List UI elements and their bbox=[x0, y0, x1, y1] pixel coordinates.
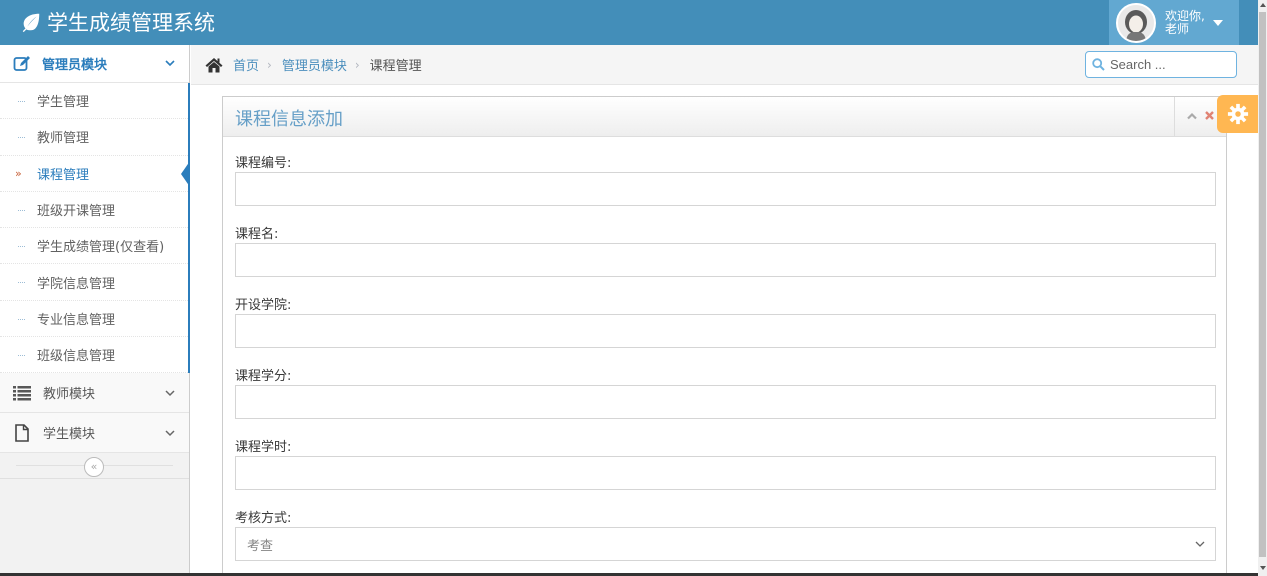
sidebar: 管理员模块 学生管理 教师管理 » 课程管理 班级开课管理 学生成绩管理(仅查看… bbox=[0, 45, 190, 576]
widget-header: 课程信息添加 bbox=[223, 97, 1226, 137]
sidebar-item-class-course-mgmt[interactable]: 班级开课管理 bbox=[0, 192, 188, 229]
list-icon bbox=[13, 385, 31, 401]
sidebar-collapse-button[interactable]: « bbox=[84, 457, 104, 478]
breadcrumb-home-link[interactable]: 首页 bbox=[233, 55, 259, 74]
scroll-up-icon[interactable] bbox=[1260, 3, 1266, 7]
breadcrumb: 首页 › 管理员模块 › 课程管理 bbox=[191, 45, 1258, 85]
active-indicator bbox=[181, 160, 190, 187]
welcome-text: 欢迎你, 老师 bbox=[1165, 8, 1205, 36]
sidebar-item-admin-module[interactable]: 管理员模块 bbox=[0, 45, 189, 83]
double-angle-right-icon: » bbox=[15, 166, 22, 180]
assess-select[interactable]: 考查 bbox=[235, 527, 1216, 561]
page-scrollbar[interactable] bbox=[1258, 0, 1267, 576]
sidebar-item-teacher-mgmt[interactable]: 教师管理 bbox=[0, 119, 188, 156]
sidebar-item-teacher-module[interactable]: 教师模块 bbox=[0, 373, 189, 414]
leaf-icon bbox=[22, 13, 40, 33]
search-icon bbox=[1092, 58, 1105, 71]
sidebar-item-student-module[interactable]: 学生模块 bbox=[0, 413, 189, 454]
scroll-thumb[interactable] bbox=[1259, 12, 1266, 557]
form-body: 课程编号: 课程名: 开设学院: 课程学分: 课程学时: 考核方式: 考查 bbox=[223, 152, 1226, 561]
college-label: 开设学院: bbox=[235, 298, 292, 313]
hours-label: 课程学时: bbox=[235, 440, 292, 455]
breadcrumb-current: 课程管理 bbox=[369, 59, 422, 74]
assess-label: 考核方式: bbox=[235, 511, 292, 526]
hours-field[interactable] bbox=[235, 456, 1216, 490]
brand[interactable]: 学生成绩管理系统 bbox=[20, 7, 215, 37]
top-navbar: 学生成绩管理系统 欢迎你, 老师 bbox=[0, 0, 1258, 45]
chevron-down-icon bbox=[165, 430, 175, 437]
credit-field[interactable] bbox=[235, 385, 1216, 419]
search-box[interactable] bbox=[1085, 51, 1237, 78]
scroll-down-icon[interactable] bbox=[1260, 566, 1266, 570]
chevron-down-icon bbox=[165, 60, 175, 67]
widget-title: 课程信息添加 bbox=[235, 109, 343, 130]
search-input[interactable] bbox=[1110, 57, 1230, 72]
assess-select-value: 考查 bbox=[247, 538, 274, 554]
close-icon[interactable] bbox=[1204, 110, 1215, 121]
sidebar-item-label: 教师模块 bbox=[43, 387, 96, 403]
home-icon[interactable] bbox=[205, 57, 223, 73]
course-name-label: 课程名: bbox=[235, 227, 279, 242]
college-field[interactable] bbox=[235, 314, 1216, 348]
sidebar-item-class-mgmt[interactable]: 班级信息管理 bbox=[0, 337, 188, 374]
sidebar-item-college-mgmt[interactable]: 学院信息管理 bbox=[0, 264, 188, 301]
gear-icon bbox=[1227, 103, 1249, 125]
file-icon bbox=[15, 424, 29, 442]
edit-icon bbox=[13, 55, 30, 71]
chevron-down-icon bbox=[1195, 541, 1205, 547]
breadcrumb-module-link[interactable]: 管理员模块 bbox=[282, 55, 347, 74]
sidebar-collapse-bar: « bbox=[0, 453, 189, 480]
caret-down-icon bbox=[1213, 19, 1223, 26]
sidebar-item-major-mgmt[interactable]: 专业信息管理 bbox=[0, 301, 188, 338]
admin-submenu: 学生管理 教师管理 » 课程管理 班级开课管理 学生成绩管理(仅查看) 学院信息… bbox=[0, 83, 190, 374]
sidebar-item-label: 学生模块 bbox=[43, 427, 96, 443]
sidebar-item-student-mgmt[interactable]: 学生管理 bbox=[0, 83, 188, 120]
settings-button[interactable] bbox=[1217, 95, 1259, 133]
course-add-widget: 课程信息添加 课程编号: 课程名: 开设学院: 课程学分: 课程学时: 考核方式… bbox=[222, 96, 1227, 576]
breadcrumb-separator: › bbox=[267, 57, 272, 72]
course-id-field[interactable] bbox=[235, 172, 1216, 206]
sidebar-item-course-mgmt[interactable]: » 课程管理 bbox=[0, 156, 190, 192]
avatar bbox=[1116, 2, 1156, 43]
chevron-down-icon bbox=[165, 390, 175, 397]
app-title: 学生成绩管理系统 bbox=[47, 11, 215, 35]
user-menu[interactable]: 欢迎你, 老师 bbox=[1109, 0, 1239, 45]
breadcrumb-separator: › bbox=[354, 57, 360, 72]
sidebar-item-grade-mgmt[interactable]: 学生成绩管理(仅查看) bbox=[0, 228, 188, 265]
credit-label: 课程学分: bbox=[235, 369, 292, 384]
course-id-label: 课程编号: bbox=[235, 156, 292, 171]
course-name-field[interactable] bbox=[235, 243, 1216, 277]
chevron-up-icon[interactable] bbox=[1186, 110, 1198, 122]
sidebar-item-label: 管理员模块 bbox=[42, 58, 108, 73]
